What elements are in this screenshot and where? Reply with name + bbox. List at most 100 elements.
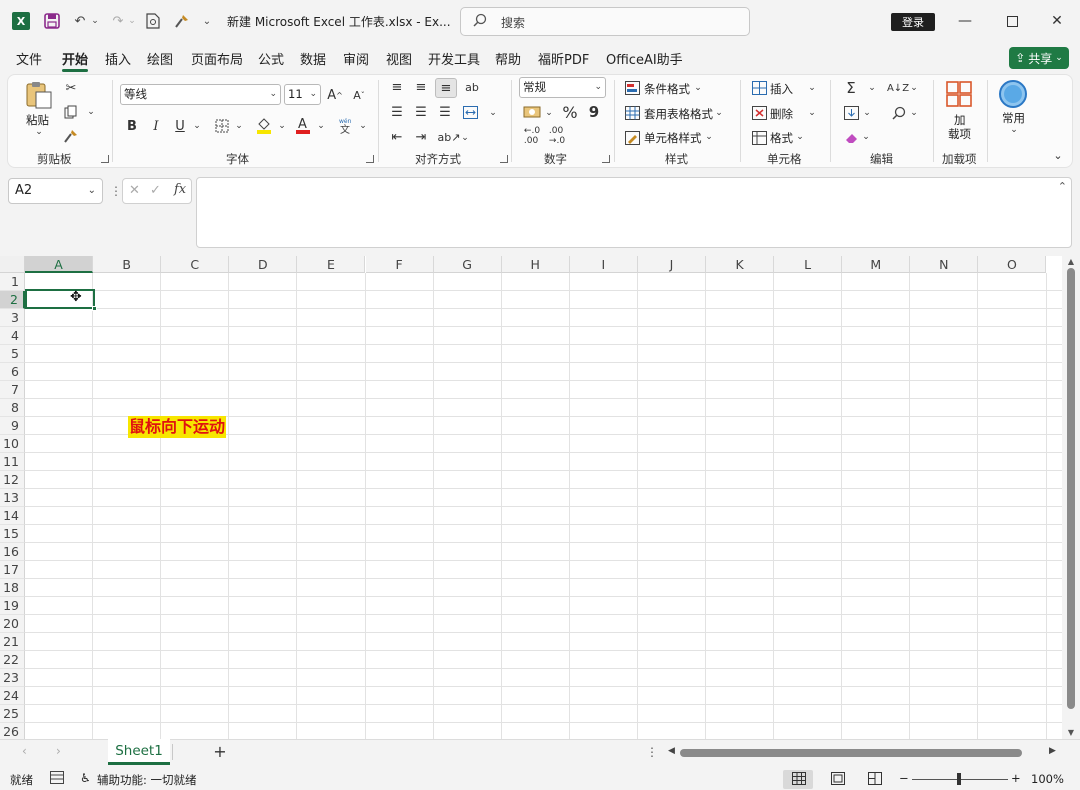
clipboard-launcher-icon[interactable] (101, 155, 109, 163)
accounting-format-icon[interactable] (522, 104, 542, 120)
tab-foxit-pdf[interactable]: 福昕PDF (538, 49, 589, 68)
accounting-dropdown-icon[interactable]: ⌄ (544, 106, 554, 120)
zoom-level[interactable]: 100% (1031, 772, 1064, 786)
format-dropdown-icon[interactable]: ⌄ (795, 131, 805, 143)
accessibility-icon[interactable]: ♿ (80, 771, 96, 787)
tab-insert[interactable]: 插入 (105, 49, 131, 68)
accessibility-status[interactable]: 辅助功能: 一切就绪 (97, 772, 197, 788)
redo-icon[interactable]: ↷ (108, 11, 128, 31)
row-header-14[interactable]: 14 (0, 507, 25, 525)
zoom-slider-thumb[interactable] (957, 773, 961, 785)
addins-icon[interactable] (945, 80, 973, 108)
row-header-10[interactable]: 10 (0, 435, 25, 453)
table-dropdown-icon[interactable]: ⌄ (714, 107, 724, 119)
tab-splitter-icon[interactable]: ⋮ (646, 745, 658, 761)
cell-styles-icon[interactable] (624, 130, 640, 146)
font-color-dropdown-icon[interactable]: ⌄ (316, 119, 326, 133)
font-name-select[interactable]: 等线 ⌄ (120, 84, 281, 105)
zoom-in-button[interactable]: + (1011, 771, 1021, 785)
insert-cells-icon[interactable] (751, 80, 767, 96)
align-left-icon[interactable]: ☰ (389, 104, 405, 120)
fill-icon[interactable] (842, 104, 860, 122)
format-cells-button[interactable]: 格式 (770, 130, 793, 146)
column-header-i[interactable]: I (569, 256, 638, 273)
login-button[interactable]: 登录 (891, 13, 935, 31)
merge-center-icon[interactable] (462, 104, 478, 120)
font-size-select[interactable]: 11 ⌄ (284, 84, 321, 105)
tab-officeai[interactable]: OfficeAI助手 (606, 49, 683, 68)
row-header-9[interactable]: 9 (0, 417, 25, 435)
number-launcher-icon[interactable] (602, 155, 610, 163)
fill-dropdown-icon[interactable]: ⌄ (862, 107, 872, 119)
row-header-7[interactable]: 7 (0, 381, 25, 399)
column-header-a[interactable]: A (25, 256, 94, 273)
column-header-g[interactable]: G (433, 256, 502, 273)
autosum-dropdown-icon[interactable]: ⌄ (867, 82, 877, 94)
insert-cells-button[interactable]: 插入 (770, 81, 793, 97)
orientation-icon[interactable]: ab↗ (438, 129, 461, 145)
conditional-format-button[interactable]: 条件格式 (644, 81, 690, 97)
cancel-icon[interactable]: ✕ (129, 183, 140, 198)
phonetic-dropdown-icon[interactable]: ⌄ (358, 119, 368, 133)
delete-cells-button[interactable]: 删除 (770, 106, 793, 122)
column-header-n[interactable]: N (910, 256, 979, 273)
fx-icon[interactable]: fx (174, 182, 186, 197)
alignment-launcher-icon[interactable] (500, 155, 508, 163)
align-center-icon[interactable]: ☰ (413, 104, 429, 120)
sheet-tab-sheet1[interactable]: Sheet1 (108, 739, 170, 765)
format-painter-ribbon-icon[interactable] (63, 128, 79, 144)
column-header-m[interactable]: M (842, 256, 911, 273)
row-header-1[interactable]: 1 (0, 273, 25, 291)
column-header-c[interactable]: C (161, 256, 230, 273)
sort-filter-icon[interactable]: A↓Z (887, 79, 909, 97)
formula-bar-splitter-icon[interactable]: ⋮ (110, 184, 122, 198)
scroll-right-icon[interactable]: ▶ (1049, 746, 1059, 760)
grow-font-icon[interactable]: A ^ (326, 86, 344, 104)
save-icon[interactable] (42, 11, 62, 31)
common-tools-icon[interactable] (998, 79, 1028, 109)
column-header-o[interactable]: O (978, 256, 1047, 273)
orientation-dropdown-icon[interactable]: ⌄ (460, 131, 470, 145)
collapse-formula-bar-icon[interactable]: ⌃ (1058, 180, 1067, 193)
addins-label-line2[interactable]: 载项 (948, 126, 971, 142)
row-header-18[interactable]: 18 (0, 579, 25, 597)
format-as-table-icon[interactable] (624, 105, 640, 121)
scroll-left-icon[interactable]: ◀ (668, 746, 678, 760)
paste-dropdown-icon[interactable]: ⌄ (34, 127, 44, 137)
select-all-corner[interactable] (0, 256, 25, 273)
column-header-h[interactable]: H (501, 256, 570, 273)
row-header-25[interactable]: 25 (0, 705, 25, 723)
enter-icon[interactable]: ✓ (150, 183, 161, 198)
row-header-16[interactable]: 16 (0, 543, 25, 561)
increase-decimal-icon[interactable]: ←.0.00 (521, 126, 543, 146)
scroll-up-icon[interactable]: ▲ (1065, 257, 1077, 267)
autosum-icon[interactable]: Σ (842, 79, 860, 97)
qat-customize-icon[interactable]: ⌄ (200, 13, 214, 29)
fill-color-icon[interactable] (255, 115, 273, 135)
next-sheet-icon[interactable]: › (56, 744, 70, 760)
font-launcher-icon[interactable] (366, 155, 374, 163)
column-header-f[interactable]: F (365, 256, 434, 273)
formula-input[interactable]: ⌃ (196, 177, 1072, 248)
row-header-24[interactable]: 24 (0, 687, 25, 705)
format-painter-icon[interactable] (172, 11, 192, 31)
row-header-17[interactable]: 17 (0, 561, 25, 579)
close-icon[interactable]: ✕ (1042, 8, 1072, 34)
search-box[interactable]: 搜索 (460, 7, 750, 36)
tab-home[interactable]: 开始 (62, 49, 88, 68)
row-header-12[interactable]: 12 (0, 471, 25, 489)
merge-dropdown-icon[interactable]: ⌄ (488, 106, 498, 120)
row-header-2[interactable]: 2 (0, 291, 25, 309)
row-header-13[interactable]: 13 (0, 489, 25, 507)
prev-sheet-icon[interactable]: ‹ (22, 744, 36, 760)
row-header-15[interactable]: 15 (0, 525, 25, 543)
vertical-scroll-thumb[interactable] (1067, 268, 1075, 709)
delete-dropdown-icon[interactable]: ⌄ (807, 107, 817, 119)
wrap-text-icon[interactable]: ab (464, 79, 480, 95)
phonetic-guide-icon[interactable]: wén 文 (336, 115, 356, 135)
column-header-b[interactable]: B (93, 256, 162, 273)
horizontal-scroll-thumb[interactable] (680, 749, 1022, 757)
tab-developer[interactable]: 开发工具 (428, 49, 480, 68)
underline-dropdown-icon[interactable]: ⌄ (192, 119, 202, 133)
comma-style-button[interactable]: 9 (587, 102, 601, 122)
